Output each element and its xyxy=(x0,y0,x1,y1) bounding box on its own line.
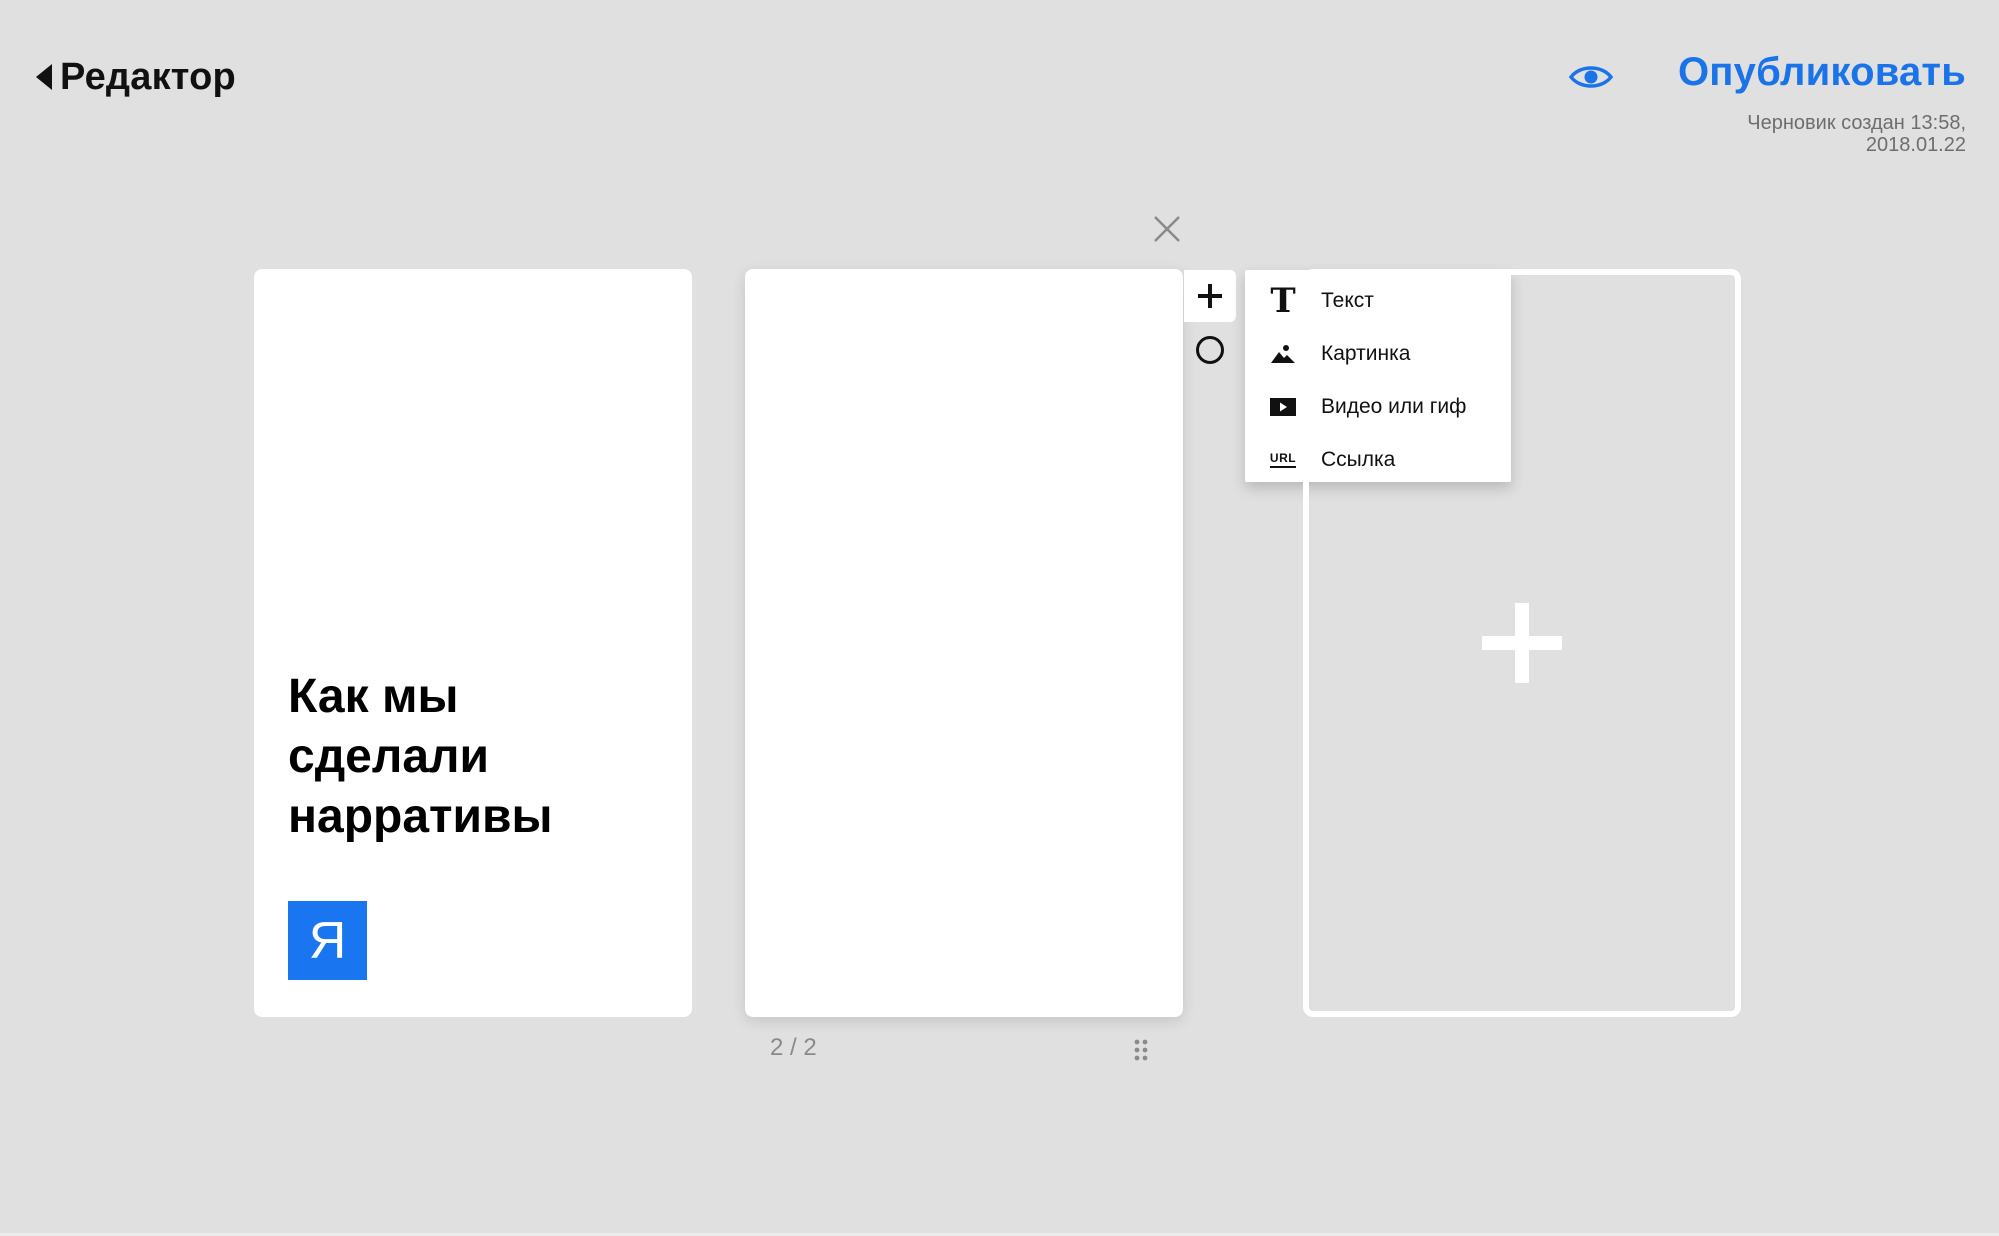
slide-thumbnail-1[interactable]: Как мы сделали нарративы Я xyxy=(254,269,692,1017)
back-button[interactable]: Редактор xyxy=(36,52,236,102)
preview-button[interactable] xyxy=(1566,55,1616,99)
eye-icon xyxy=(1568,66,1614,88)
back-label: Редактор xyxy=(60,55,236,98)
page-counter: 2 / 2 xyxy=(770,1034,817,1061)
add-slide-button[interactable] xyxy=(1303,269,1741,1017)
drag-handle-icon[interactable] xyxy=(1134,1039,1148,1061)
circle-icon[interactable] xyxy=(1196,336,1224,364)
close-button[interactable] xyxy=(1150,212,1184,246)
yandex-logo: Я xyxy=(288,901,367,980)
slide-title: Как мы сделали нарративы xyxy=(288,670,553,843)
slide-active-canvas[interactable] xyxy=(745,269,1183,1017)
logo-letter: Я xyxy=(308,911,347,970)
editor-stage: Редактор Опубликовать Черновик создан 13… xyxy=(0,0,1999,1236)
draft-status: Черновик создан 13:58, 2018.01.22 xyxy=(1747,112,1966,156)
close-icon xyxy=(1154,216,1180,242)
plus-icon xyxy=(1482,603,1562,683)
publish-button[interactable]: Опубликовать xyxy=(1678,50,1966,95)
chevron-left-icon xyxy=(36,64,52,90)
add-element-button[interactable] xyxy=(1184,270,1236,322)
